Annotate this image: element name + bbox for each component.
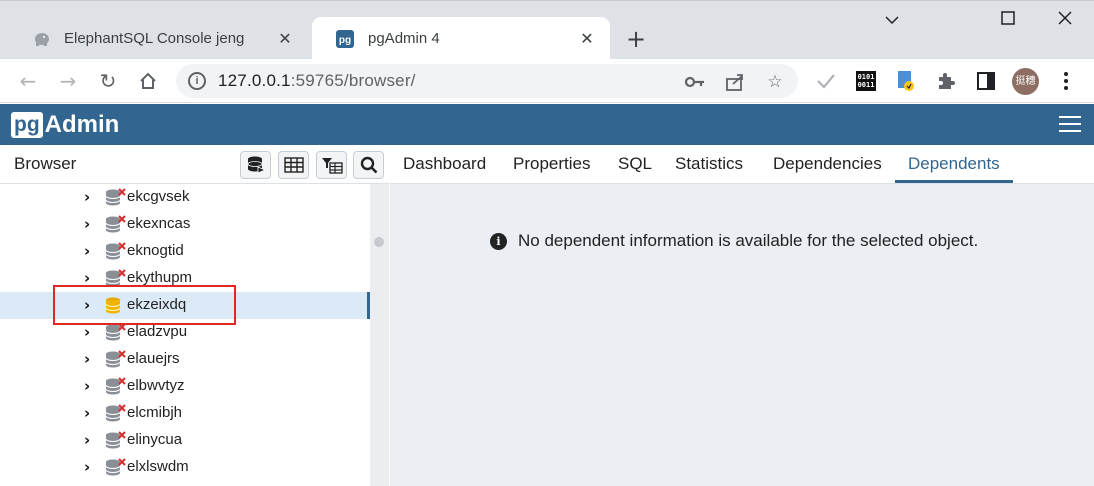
- back-arrow-icon[interactable]: ←: [14, 67, 42, 95]
- tree-item-label: elbwvtyz: [127, 377, 185, 394]
- elephant-icon: [32, 30, 50, 48]
- checkmark-extension-icon[interactable]: [814, 69, 838, 93]
- close-window-icon[interactable]: [1045, 7, 1085, 35]
- browser-tab-strip: ElephantSQL Console jeng ✕ pg pgAdmin 4 …: [0, 0, 1094, 60]
- home-icon[interactable]: [134, 67, 162, 95]
- tab-sql[interactable]: SQL: [618, 154, 652, 174]
- pgadmin-header: pg Admin: [0, 104, 1094, 145]
- chevron-right-icon[interactable]: ›: [84, 323, 98, 341]
- search-objects-button[interactable]: [353, 151, 384, 179]
- tree-item-label: eknogtid: [127, 242, 184, 259]
- tab-title: ElephantSQL Console jeng: [64, 30, 245, 47]
- minimize-icon[interactable]: [872, 7, 912, 35]
- database-disconnected-icon: [104, 215, 126, 235]
- browser-tab-pgadmin[interactable]: pg pgAdmin 4 ✕: [312, 17, 610, 60]
- database-disconnected-icon: [104, 188, 126, 208]
- database-disconnected-icon: [104, 404, 126, 424]
- tree-row[interactable]: › elxlswdm: [0, 454, 370, 481]
- database-disconnected-icon: [104, 377, 126, 397]
- browser-toolbar: ← → ↻ i 127.0.0.1:59765/browser/ ☆ 0101 0…: [0, 59, 1094, 103]
- message-text: No dependent information is available fo…: [518, 231, 979, 250]
- kebab-menu-icon[interactable]: [1054, 69, 1078, 93]
- key-icon[interactable]: [684, 71, 706, 93]
- filter-table-icon: [321, 158, 343, 174]
- tab-dependencies[interactable]: Dependencies: [773, 154, 882, 174]
- annotation-highlight-box: [53, 285, 236, 325]
- chevron-right-icon[interactable]: ›: [84, 431, 98, 449]
- tab-properties[interactable]: Properties: [513, 154, 590, 174]
- tab-dependents[interactable]: Dependents: [908, 154, 1000, 174]
- tree-item-label: elcmibjh: [127, 404, 183, 421]
- forward-arrow-icon[interactable]: →: [54, 67, 82, 95]
- database-query-icon: [247, 156, 266, 174]
- tree-row[interactable]: › ekexncas: [0, 211, 370, 238]
- database-disconnected-icon: [104, 323, 126, 343]
- tree-item-label: ekcgvsek: [127, 188, 190, 205]
- hamburger-menu-icon[interactable]: [1059, 116, 1081, 134]
- main-tab-bar: Dashboard Properties SQL Statistics Depe…: [390, 145, 1094, 184]
- main-panel: Dashboard Properties SQL Statistics Depe…: [390, 145, 1094, 486]
- tree-item-label: elinycua: [127, 431, 183, 448]
- database-disconnected-icon: [104, 431, 126, 451]
- side-panel-icon[interactable]: [974, 69, 998, 93]
- puzzle-extensions-icon[interactable]: [934, 69, 958, 93]
- tree-row[interactable]: › elinycua: [0, 427, 370, 454]
- database-disconnected-icon: [104, 350, 126, 370]
- tree-item-label: ekythupm: [127, 269, 193, 286]
- chevron-right-icon[interactable]: ›: [84, 404, 98, 422]
- table-grid-icon: [283, 157, 304, 173]
- close-icon[interactable]: ✕: [276, 30, 294, 48]
- search-icon: [360, 156, 377, 174]
- empty-state-message: i No dependent information is available …: [490, 231, 978, 251]
- binary-extension-icon[interactable]: 0101 0011: [856, 71, 876, 91]
- chevron-right-icon[interactable]: ›: [84, 242, 98, 260]
- share-icon[interactable]: [724, 71, 746, 93]
- tree-scrollbar[interactable]: [370, 184, 389, 486]
- query-tool-button[interactable]: [240, 151, 271, 179]
- browser-panel-header: Browser: [0, 145, 389, 184]
- scroll-handle[interactable]: [374, 237, 384, 247]
- browser-tab-elephantsql[interactable]: ElephantSQL Console jeng ✕: [8, 17, 308, 60]
- profile-avatar[interactable]: 挺穗: [1012, 68, 1039, 95]
- database-disconnected-icon: [104, 458, 126, 478]
- tab-dashboard[interactable]: Dashboard: [403, 154, 486, 174]
- chevron-right-icon[interactable]: ›: [84, 458, 98, 476]
- star-icon[interactable]: ☆: [764, 71, 786, 93]
- tree-row[interactable]: › eknogtid: [0, 238, 370, 265]
- chevron-right-icon[interactable]: ›: [84, 350, 98, 368]
- tab-statistics[interactable]: Statistics: [675, 154, 743, 174]
- pgadmin-logo: pg Admin: [11, 111, 119, 139]
- database-disconnected-icon: [104, 242, 126, 262]
- active-tab-indicator: [895, 180, 1013, 183]
- reload-icon[interactable]: ↻: [94, 67, 122, 95]
- document-extension-icon[interactable]: [894, 69, 918, 93]
- filtered-rows-button[interactable]: [316, 151, 347, 179]
- tree-item-label: eladzvpu: [127, 323, 188, 340]
- tree-row[interactable]: › ekcgvsek: [0, 184, 370, 211]
- tree-item-label: elxlswdm: [127, 458, 189, 475]
- close-icon[interactable]: ✕: [578, 30, 596, 48]
- site-info-icon[interactable]: i: [188, 72, 206, 90]
- tree-item-label: elauejrs: [127, 350, 180, 367]
- chevron-right-icon[interactable]: ›: [84, 188, 98, 206]
- info-icon: i: [490, 232, 507, 250]
- object-tree[interactable]: › ekcgvsek › ekexncas › eknogtid › ekyth…: [0, 184, 370, 486]
- url-text: 127.0.0.1:59765/browser/: [218, 71, 416, 90]
- tab-title: pgAdmin 4: [368, 30, 440, 47]
- view-data-button[interactable]: [278, 151, 309, 179]
- chevron-right-icon[interactable]: ›: [84, 377, 98, 395]
- tree-item-label: ekexncas: [127, 215, 191, 232]
- tree-row[interactable]: › elauejrs: [0, 346, 370, 373]
- svg-text:pg: pg: [339, 35, 351, 46]
- chevron-right-icon[interactable]: ›: [84, 215, 98, 233]
- panel-title: Browser: [14, 154, 77, 173]
- new-tab-button[interactable]: +: [622, 26, 650, 54]
- pgadmin-icon: pg: [336, 29, 354, 48]
- address-bar[interactable]: i 127.0.0.1:59765/browser/ ☆: [176, 64, 798, 98]
- maximize-icon[interactable]: [988, 7, 1028, 35]
- tree-row[interactable]: › elbwvtyz: [0, 373, 370, 400]
- tree-row[interactable]: › elcmibjh: [0, 400, 370, 427]
